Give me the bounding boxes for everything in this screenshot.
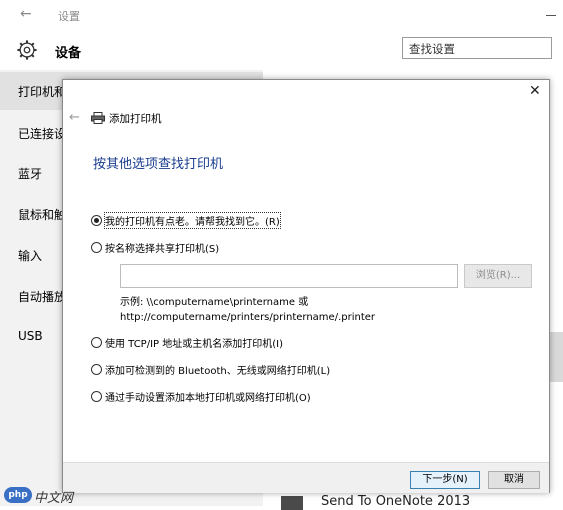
option-label: 按名称选择共享打印机(S) [105, 244, 220, 255]
printer-icon [91, 112, 105, 124]
page-title: 设备 [55, 46, 82, 61]
example-hint: 示例: \\computername\printername 或 http://… [120, 295, 375, 325]
option-label: 使用 TCP/IP 地址或主机名添加打印机(I) [105, 339, 283, 350]
next-button[interactable]: 下一步(N) [410, 471, 480, 489]
dialog-footer: 下一步(N) 取消 [63, 462, 549, 493]
sidebar-item-usb[interactable]: USB [18, 329, 43, 343]
option-label: 通过手动设置添加本地打印机或网络打印机(O) [105, 393, 311, 404]
add-printer-dialog: ✕ ← 添加打印机 按其他选项查找打印机 我的打印机有点老。请帮我找到它。(R)… [62, 79, 550, 493]
radio-button[interactable] [91, 364, 102, 375]
radio-button[interactable] [91, 337, 102, 348]
list-item-label: Send To OneNote 2013 [321, 494, 471, 509]
sidebar-item-autoplay[interactable]: 自动播放 [18, 288, 66, 305]
option-label: 添加可检测到的 Bluetooth、无线或网络打印机(L) [105, 366, 331, 377]
search-input[interactable]: 查找设置 [402, 37, 552, 59]
close-icon[interactable]: ✕ [529, 83, 541, 99]
radio-button[interactable] [91, 242, 102, 253]
radio-button[interactable] [91, 391, 102, 402]
option-label: 我的打印机有点老。请帮我找到它。(R) [104, 212, 281, 229]
sidebar-item-mouse[interactable]: 鼠标和触 [18, 206, 66, 223]
gear-icon [17, 40, 37, 60]
shared-printer-name-input[interactable] [120, 264, 458, 288]
window-title: 设置 [58, 10, 80, 23]
back-arrow-icon[interactable]: ← [20, 6, 32, 22]
title-bar: ← 设置 [0, 0, 563, 30]
cancel-button[interactable]: 取消 [488, 471, 540, 489]
dialog-back-icon[interactable]: ← [69, 110, 80, 125]
radio-button[interactable] [91, 215, 102, 226]
printer-device-icon [281, 496, 303, 510]
browse-button[interactable]: 浏览(R)... [464, 264, 532, 288]
watermark-logo: php [4, 487, 32, 503]
dialog-title: 添加打印机 [109, 113, 162, 125]
example-line-1: 示例: \\computername\printername 或 [120, 297, 309, 308]
watermark-text: 中文网 [34, 491, 74, 506]
dialog-heading: 按其他选项查找打印机 [93, 157, 224, 172]
sidebar-item-connected-devices[interactable]: 已连接设 [18, 125, 66, 142]
minimize-icon[interactable] [546, 15, 556, 16]
sidebar-item-bluetooth[interactable]: 蓝牙 [18, 165, 42, 182]
sidebar-item-typing[interactable]: 输入 [18, 247, 42, 264]
example-line-2: http://computername/printers/printername… [120, 312, 376, 323]
main-pane-highlight [550, 332, 563, 382]
page-header: 设备 查找设置 [0, 30, 563, 70]
